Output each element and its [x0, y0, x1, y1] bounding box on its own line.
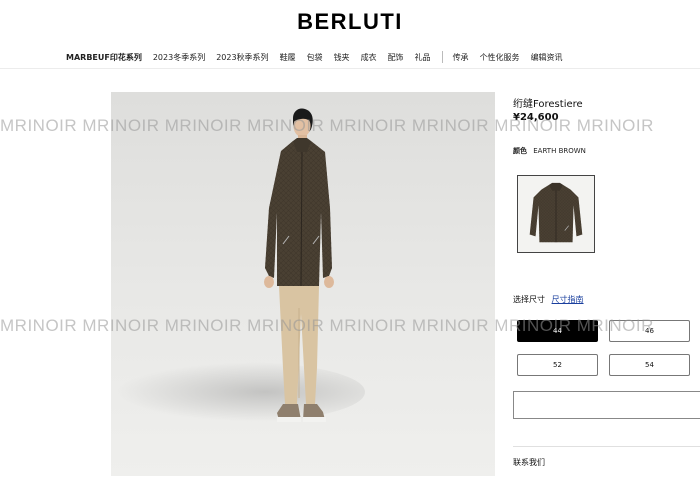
- size-guide-link[interactable]: 尺寸指南: [552, 295, 584, 304]
- nav-item-accessories[interactable]: 配饰: [388, 52, 404, 63]
- size-label: 选择尺寸: [513, 295, 545, 304]
- size-option-44[interactable]: 44: [517, 320, 598, 342]
- nav-item-wallets[interactable]: 钱夹: [334, 52, 350, 63]
- size-selector-header: 选择尺寸 尺寸指南: [513, 294, 584, 305]
- add-to-bag-button[interactable]: [513, 391, 700, 419]
- product-price: ¥24,600: [513, 112, 559, 123]
- color-swatch-earth-brown[interactable]: [517, 175, 595, 253]
- model-figure: [264, 108, 334, 422]
- nav-item-2023-autumn[interactable]: 2023秋季系列: [216, 52, 268, 63]
- nav-item-bags[interactable]: 包袋: [307, 52, 323, 63]
- size-option-54[interactable]: 54: [609, 354, 690, 376]
- contact-us-link[interactable]: 联系我们: [513, 457, 545, 468]
- section-divider: [513, 446, 700, 447]
- site-header: BERLUTI MARBEUF印花系列 2023冬季系列 2023秋季系列 鞋履…: [0, 0, 700, 69]
- nav-item-marbeuf[interactable]: MARBEUF印花系列: [66, 52, 142, 63]
- nav-item-editorial[interactable]: 编辑资讯: [531, 52, 563, 63]
- product-hero-image[interactable]: [111, 92, 495, 476]
- nav-separator: [441, 51, 443, 63]
- nav-item-heritage[interactable]: 传承: [453, 52, 469, 63]
- color-value: EARTH BROWN: [533, 147, 586, 155]
- size-option-46[interactable]: 46: [609, 320, 690, 342]
- color-info: 颜色 EARTH BROWN: [513, 146, 586, 156]
- swatch-jacket-thumbnail: [529, 182, 583, 243]
- product-title: 绗缝Forestiere: [513, 99, 583, 110]
- nav-item-ready-to-wear[interactable]: 成衣: [361, 52, 377, 63]
- nav-item-personalization[interactable]: 个性化服务: [480, 52, 520, 63]
- main-nav: MARBEUF印花系列 2023冬季系列 2023秋季系列 鞋履 包袋 钱夹 成…: [66, 50, 574, 64]
- size-option-52[interactable]: 52: [517, 354, 598, 376]
- nav-item-2023-winter[interactable]: 2023冬季系列: [153, 52, 205, 63]
- nav-item-gifts[interactable]: 礼品: [415, 52, 431, 63]
- nav-item-shoes[interactable]: 鞋履: [280, 52, 296, 63]
- color-label: 颜色: [513, 147, 527, 155]
- brand-logo[interactable]: BERLUTI: [0, 9, 700, 35]
